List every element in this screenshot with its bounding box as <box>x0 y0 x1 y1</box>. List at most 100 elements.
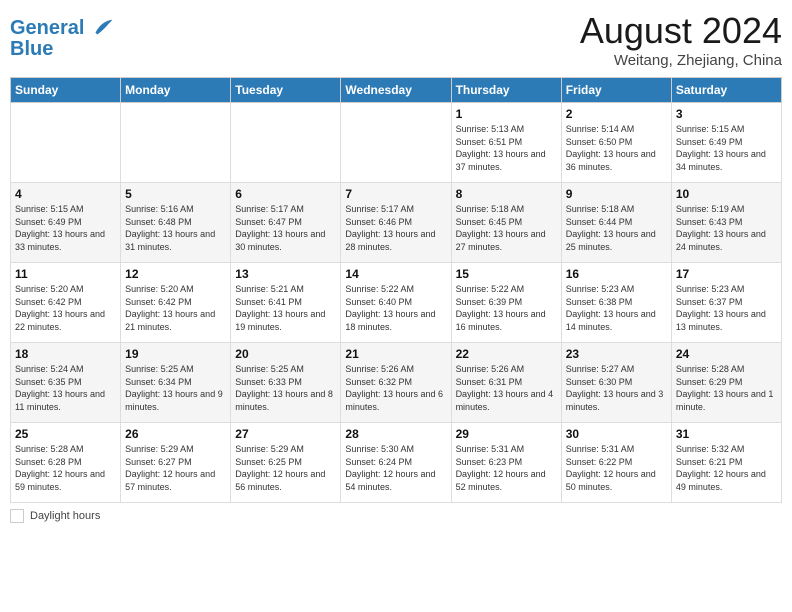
day-info: Sunrise: 5:28 AM Sunset: 6:29 PM Dayligh… <box>676 363 777 413</box>
day-header-friday: Friday <box>561 78 671 103</box>
calendar-cell: 23Sunrise: 5:27 AM Sunset: 6:30 PM Dayli… <box>561 343 671 423</box>
calendar-cell <box>341 103 451 183</box>
day-info: Sunrise: 5:26 AM Sunset: 6:31 PM Dayligh… <box>456 363 557 413</box>
daylight-label: Daylight hours <box>30 510 100 522</box>
day-info: Sunrise: 5:22 AM Sunset: 6:40 PM Dayligh… <box>345 283 446 333</box>
calendar-cell: 4 Sunrise: 5:15 AM Sunset: 6:49 PM Daylig… <box>11 183 121 263</box>
calendar-cell: 10Sunrise: 5:19 AM Sunset: 6:43 PM Dayli… <box>671 183 781 263</box>
day-number: 2 <box>566 107 667 121</box>
day-info: Sunrise: 5:21 AM Sunset: 6:41 PM Dayligh… <box>235 283 336 333</box>
location: Weitang, Zhejiang, China <box>580 52 782 69</box>
header-row: SundayMondayTuesdayWednesdayThursdayFrid… <box>11 78 782 103</box>
day-number: 6 <box>235 187 336 201</box>
day-header-monday: Monday <box>121 78 231 103</box>
day-number: 29 <box>456 427 557 441</box>
day-number: 10 <box>676 187 777 201</box>
week-row-5: 25 Sunrise: 5:28 AM Sunset: 6:28 PM Dayli… <box>11 423 782 503</box>
day-info: Sunrise: 5:16 AM Sunset: 6:48 PM Dayligh… <box>125 203 226 253</box>
calendar-cell: 22 Sunrise: 5:26 AM Sunset: 6:31 PM Dayli… <box>451 343 561 423</box>
calendar-cell: 24 Sunrise: 5:28 AM Sunset: 6:29 PM Dayli… <box>671 343 781 423</box>
week-row-1: 1Sunrise: 5:13 AM Sunset: 6:51 PM Daylig… <box>11 103 782 183</box>
title-block: August 2024 Weitang, Zhejiang, China <box>580 10 782 69</box>
logo-bird-icon <box>88 14 116 42</box>
calendar-header: SundayMondayTuesdayWednesdayThursdayFrid… <box>11 78 782 103</box>
day-info: Sunrise: 5:20 AM Sunset: 6:42 PM Dayligh… <box>15 283 116 333</box>
day-number: 4 <box>15 187 116 201</box>
calendar-cell: 15 Sunrise: 5:22 AM Sunset: 6:39 PM Dayli… <box>451 263 561 343</box>
day-info: Sunrise: 5:27 AM Sunset: 6:30 PM Dayligh… <box>566 363 667 413</box>
calendar-cell: 20Sunrise: 5:25 AM Sunset: 6:33 PM Dayli… <box>231 343 341 423</box>
day-number: 15 <box>456 267 557 281</box>
day-info: Sunrise: 5:23 AM Sunset: 6:38 PM Dayligh… <box>566 283 667 333</box>
calendar-cell: 25 Sunrise: 5:28 AM Sunset: 6:28 PM Dayli… <box>11 423 121 503</box>
day-info: Sunrise: 5:28 AM Sunset: 6:28 PM Dayligh… <box>15 443 116 493</box>
day-info: Sunrise: 5:17 AM Sunset: 6:47 PM Dayligh… <box>235 203 336 253</box>
day-number: 5 <box>125 187 226 201</box>
calendar-cell: 17Sunrise: 5:23 AM Sunset: 6:37 PM Dayli… <box>671 263 781 343</box>
day-info: Sunrise: 5:18 AM Sunset: 6:45 PM Dayligh… <box>456 203 557 253</box>
day-number: 27 <box>235 427 336 441</box>
calendar-cell: 9Sunrise: 5:18 AM Sunset: 6:44 PM Daylig… <box>561 183 671 263</box>
day-info: Sunrise: 5:15 AM Sunset: 6:49 PM Dayligh… <box>15 203 116 253</box>
day-info: Sunrise: 5:30 AM Sunset: 6:24 PM Dayligh… <box>345 443 446 493</box>
day-number: 22 <box>456 347 557 361</box>
calendar-cell: 8 Sunrise: 5:18 AM Sunset: 6:45 PM Daylig… <box>451 183 561 263</box>
day-info: Sunrise: 5:29 AM Sunset: 6:25 PM Dayligh… <box>235 443 336 493</box>
day-info: Sunrise: 5:22 AM Sunset: 6:39 PM Dayligh… <box>456 283 557 333</box>
day-number: 28 <box>345 427 446 441</box>
day-header-tuesday: Tuesday <box>231 78 341 103</box>
day-number: 30 <box>566 427 667 441</box>
calendar-cell: 6 Sunrise: 5:17 AM Sunset: 6:47 PM Daylig… <box>231 183 341 263</box>
day-info: Sunrise: 5:29 AM Sunset: 6:27 PM Dayligh… <box>125 443 226 493</box>
day-number: 21 <box>345 347 446 361</box>
calendar-cell: 16 Sunrise: 5:23 AM Sunset: 6:38 PM Dayli… <box>561 263 671 343</box>
day-number: 19 <box>125 347 226 361</box>
day-number: 24 <box>676 347 777 361</box>
day-number: 1 <box>456 107 557 121</box>
day-info: Sunrise: 5:25 AM Sunset: 6:34 PM Dayligh… <box>125 363 226 413</box>
day-info: Sunrise: 5:31 AM Sunset: 6:23 PM Dayligh… <box>456 443 557 493</box>
calendar-cell: 27 Sunrise: 5:29 AM Sunset: 6:25 PM Dayli… <box>231 423 341 503</box>
day-number: 11 <box>15 267 116 281</box>
footer: Daylight hours <box>10 509 782 523</box>
day-header-thursday: Thursday <box>451 78 561 103</box>
calendar-cell: 21Sunrise: 5:26 AM Sunset: 6:32 PM Dayli… <box>341 343 451 423</box>
day-number: 25 <box>15 427 116 441</box>
calendar-cell: 28 Sunrise: 5:30 AM Sunset: 6:24 PM Dayli… <box>341 423 451 503</box>
day-info: Sunrise: 5:14 AM Sunset: 6:50 PM Dayligh… <box>566 123 667 173</box>
calendar-cell <box>11 103 121 183</box>
week-row-3: 11 Sunrise: 5:20 AM Sunset: 6:42 PM Dayli… <box>11 263 782 343</box>
day-number: 18 <box>15 347 116 361</box>
calendar-cell: 13 Sunrise: 5:21 AM Sunset: 6:41 PM Dayli… <box>231 263 341 343</box>
logo: General Blue <box>10 14 116 60</box>
day-info: Sunrise: 5:24 AM Sunset: 6:35 PM Dayligh… <box>15 363 116 413</box>
week-row-2: 4 Sunrise: 5:15 AM Sunset: 6:49 PM Daylig… <box>11 183 782 263</box>
day-info: Sunrise: 5:31 AM Sunset: 6:22 PM Dayligh… <box>566 443 667 493</box>
calendar-cell: 19 Sunrise: 5:25 AM Sunset: 6:34 PM Dayli… <box>121 343 231 423</box>
day-info: Sunrise: 5:20 AM Sunset: 6:42 PM Dayligh… <box>125 283 226 333</box>
day-number: 12 <box>125 267 226 281</box>
day-number: 8 <box>456 187 557 201</box>
calendar-cell <box>231 103 341 183</box>
day-info: Sunrise: 5:17 AM Sunset: 6:46 PM Dayligh… <box>345 203 446 253</box>
calendar-body: 1Sunrise: 5:13 AM Sunset: 6:51 PM Daylig… <box>11 103 782 503</box>
calendar-cell <box>121 103 231 183</box>
day-info: Sunrise: 5:15 AM Sunset: 6:49 PM Dayligh… <box>676 123 777 173</box>
day-number: 13 <box>235 267 336 281</box>
calendar-cell: 1Sunrise: 5:13 AM Sunset: 6:51 PM Daylig… <box>451 103 561 183</box>
day-number: 14 <box>345 267 446 281</box>
calendar-cell: 11 Sunrise: 5:20 AM Sunset: 6:42 PM Dayli… <box>11 263 121 343</box>
calendar-cell: 5 Sunrise: 5:16 AM Sunset: 6:48 PM Daylig… <box>121 183 231 263</box>
logo-text: General <box>10 17 84 39</box>
day-number: 20 <box>235 347 336 361</box>
calendar-cell: 30 Sunrise: 5:31 AM Sunset: 6:22 PM Dayli… <box>561 423 671 503</box>
day-number: 31 <box>676 427 777 441</box>
calendar-cell: 29 Sunrise: 5:31 AM Sunset: 6:23 PM Dayli… <box>451 423 561 503</box>
day-info: Sunrise: 5:32 AM Sunset: 6:21 PM Dayligh… <box>676 443 777 493</box>
calendar-cell: 31 Sunrise: 5:32 AM Sunset: 6:21 PM Dayli… <box>671 423 781 503</box>
day-number: 16 <box>566 267 667 281</box>
calendar-cell: 2 Sunrise: 5:14 AM Sunset: 6:50 PM Daylig… <box>561 103 671 183</box>
day-info: Sunrise: 5:23 AM Sunset: 6:37 PM Dayligh… <box>676 283 777 333</box>
calendar-cell: 12 Sunrise: 5:20 AM Sunset: 6:42 PM Dayli… <box>121 263 231 343</box>
daylight-box <box>10 509 24 523</box>
